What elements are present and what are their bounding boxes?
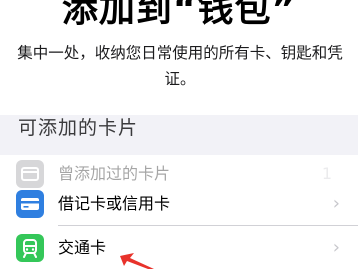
list-item-transit-card[interactable]: 交通卡 › bbox=[0, 229, 358, 269]
header: 添加到“钱包” 集中一处，收纳您日常使用的所有卡、钥匙和凭证。 bbox=[0, 0, 358, 115]
credit-card-icon bbox=[16, 190, 44, 218]
list-item-label: 交通卡 bbox=[58, 238, 107, 257]
page-subtitle: 集中一处，收纳您日常使用的所有卡、钥匙和凭证。 bbox=[17, 44, 343, 88]
card-count: 1 bbox=[321, 164, 332, 183]
wallet-icon bbox=[16, 160, 44, 188]
chevron-right-icon: › bbox=[332, 237, 340, 258]
list-item-debit-credit-card[interactable]: 借记卡或信用卡 › bbox=[0, 185, 358, 225]
chevron-right-icon: › bbox=[332, 193, 340, 214]
section-title: 可添加的卡片 bbox=[18, 117, 139, 139]
add-to-wallet-screen: 添加到“钱包” 集中一处，收纳您日常使用的所有卡、钥匙和凭证。 可添加的卡片 曾… bbox=[0, 0, 358, 269]
available-cards-list: 曾添加过的卡片 1 借记卡或信用卡 › 交通卡 › bbox=[0, 155, 358, 269]
list-item-label: 曾添加过的卡片 bbox=[58, 164, 171, 183]
train-icon bbox=[16, 234, 44, 262]
divider bbox=[58, 225, 358, 226]
annotation-arrow-icon bbox=[120, 253, 154, 269]
page-title: 添加到“钱包” bbox=[61, 0, 297, 30]
list-item-label: 借记卡或信用卡 bbox=[58, 194, 171, 213]
